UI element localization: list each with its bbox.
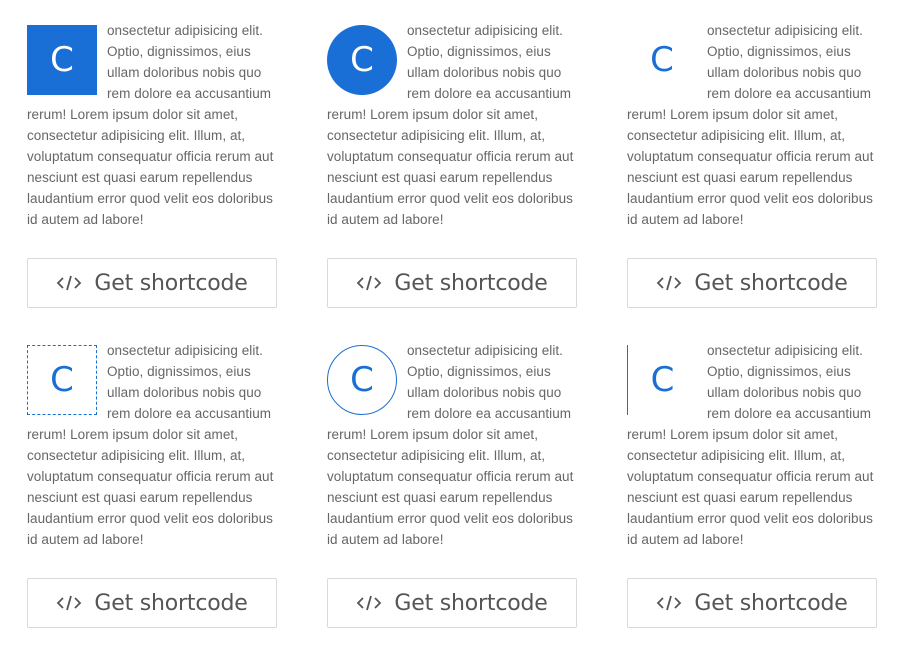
code-icon	[356, 593, 382, 613]
dropcap-card-ring: C onsectetur adipisicing elit. Optio, di…	[327, 340, 577, 628]
get-shortcode-button[interactable]: Get shortcode	[27, 578, 277, 628]
get-shortcode-button[interactable]: Get shortcode	[327, 578, 577, 628]
get-shortcode-label: Get shortcode	[94, 270, 248, 296]
code-icon	[656, 273, 682, 293]
dropcap-demo-page: { "accent_color": "#1a6fd6", "button_ico…	[0, 0, 917, 656]
get-shortcode-button[interactable]: Get shortcode	[27, 258, 277, 308]
dropcap-card-line: C onsectetur adipisicing elit. Optio, di…	[627, 340, 877, 628]
dropcap-circle: C	[327, 25, 397, 95]
card-text-block: C onsectetur adipisicing elit. Optio, di…	[327, 340, 577, 560]
card-text-block: C onsectetur adipisicing elit. Optio, di…	[627, 20, 877, 240]
dropcap-line: C	[627, 345, 697, 415]
dropcap-card-circle: C onsectetur adipisicing elit. Optio, di…	[327, 20, 577, 308]
dropcap-ring: C	[327, 345, 397, 415]
dropcap-card-plain: C onsectetur adipisicing elit. Optio, di…	[627, 20, 877, 308]
card-text-block: C onsectetur adipisicing elit. Optio, di…	[27, 340, 277, 560]
code-icon	[656, 593, 682, 613]
get-shortcode-label: Get shortcode	[694, 590, 848, 616]
get-shortcode-button[interactable]: Get shortcode	[327, 258, 577, 308]
dropcap-square: C	[27, 25, 97, 95]
dropcap-dashed: C	[27, 345, 97, 415]
get-shortcode-button[interactable]: Get shortcode	[627, 258, 877, 308]
card-text-block: C onsectetur adipisicing elit. Optio, di…	[27, 20, 277, 240]
dropcap-card-dashed: C onsectetur adipisicing elit. Optio, di…	[27, 340, 277, 628]
code-icon	[56, 593, 82, 613]
card-text-block: C onsectetur adipisicing elit. Optio, di…	[627, 340, 877, 560]
get-shortcode-button[interactable]: Get shortcode	[627, 578, 877, 628]
dropcap-card-square: C onsectetur adipisicing elit. Optio, di…	[27, 20, 277, 308]
get-shortcode-label: Get shortcode	[394, 590, 548, 616]
code-icon	[56, 273, 82, 293]
card-text-block: C onsectetur adipisicing elit. Optio, di…	[327, 20, 577, 240]
code-icon	[356, 273, 382, 293]
get-shortcode-label: Get shortcode	[94, 590, 248, 616]
get-shortcode-label: Get shortcode	[394, 270, 548, 296]
get-shortcode-label: Get shortcode	[694, 270, 848, 296]
dropcap-plain: C	[650, 40, 674, 80]
